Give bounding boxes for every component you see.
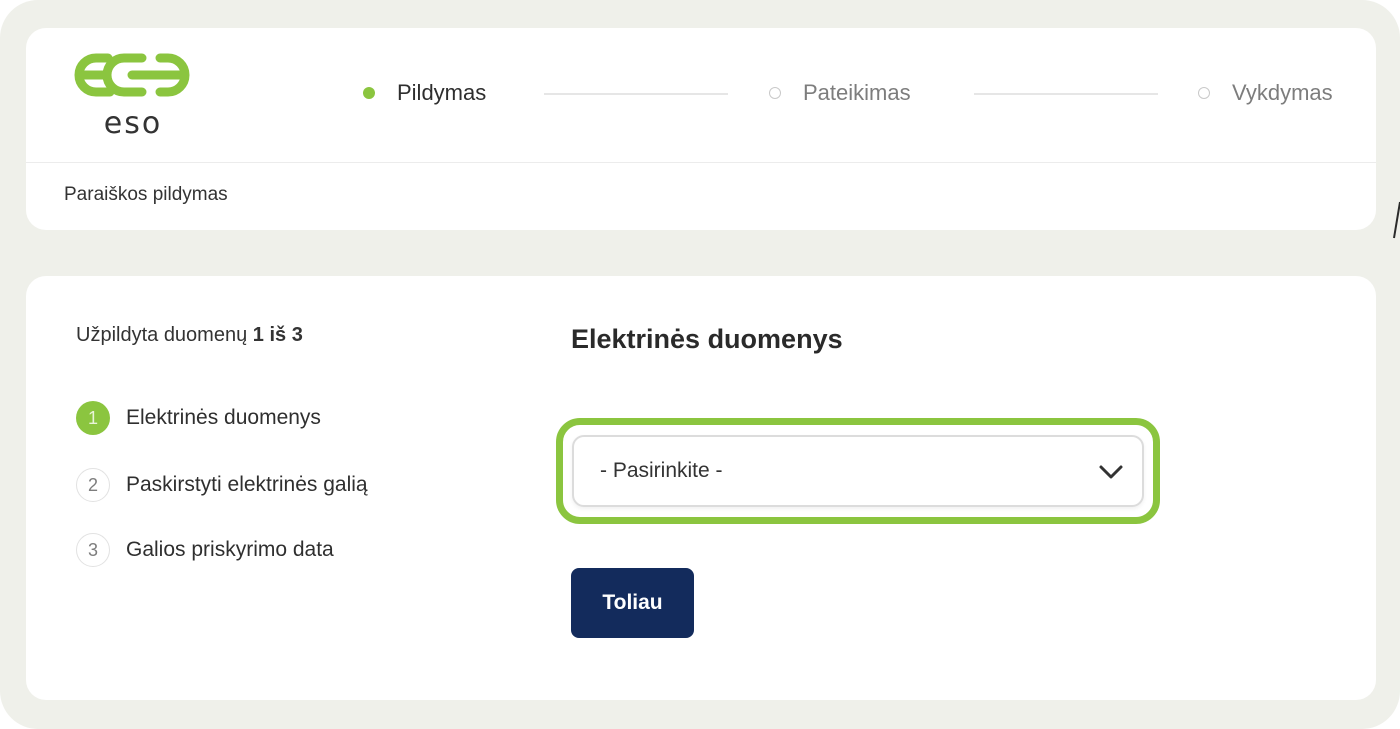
power-plant-select[interactable]: - Pasirinkite - xyxy=(572,435,1144,507)
step-vykdymas: Vykdymas xyxy=(1198,80,1333,106)
step-pateikimas: Pateikimas xyxy=(769,80,911,106)
chevron-down-icon[interactable] xyxy=(1098,463,1124,481)
step-label: Pateikimas xyxy=(803,80,911,105)
sidebar-step-label: Elektrinės duomenys xyxy=(126,406,321,429)
step-connector xyxy=(974,93,1158,95)
step-dot-active xyxy=(363,87,375,99)
step-number-badge: 3 xyxy=(76,533,110,567)
sidebar-step-2[interactable]: 2 Paskirstyti elektrinės galią xyxy=(76,467,368,503)
header-divider xyxy=(26,162,1376,163)
progress-summary: Užpildyta duomenų 1 iš 3 xyxy=(76,324,303,347)
progress-count: 1 iš 3 xyxy=(252,324,303,346)
step-number-badge: 1 xyxy=(76,401,110,435)
app-header: eso Pildymas Pateikimas Vykdymas xyxy=(26,28,1376,162)
sidebar-step-label: Paskirstyti elektrinės galią xyxy=(126,473,368,496)
form-card: Užpildyta duomenų 1 iš 3 1 Elektrinės du… xyxy=(26,276,1376,700)
step-label: Pildymas xyxy=(397,80,487,105)
step-number-badge: 2 xyxy=(76,468,110,502)
next-button[interactable]: Toliau xyxy=(571,568,694,638)
eso-logo[interactable]: eso xyxy=(70,46,196,142)
section-title: Elektrinės duomenys xyxy=(571,324,843,354)
step-pildymas: Pildymas xyxy=(363,80,486,106)
progress-prefix: Užpildyta duomenų xyxy=(76,324,248,346)
step-label: Vykdymas xyxy=(1232,80,1333,105)
step-dot-inactive xyxy=(769,87,781,99)
sidebar-step-1[interactable]: 1 Elektrinės duomenys xyxy=(76,400,321,436)
step-dot-inactive xyxy=(1198,87,1210,99)
decorative-edge-mark xyxy=(1393,201,1400,239)
sidebar-step-label: Galios priskyrimo data xyxy=(126,538,334,561)
logo-text: eso xyxy=(103,106,163,141)
step-connector xyxy=(544,93,728,95)
select-value: - Pasirinkite - xyxy=(600,459,723,482)
sidebar-step-3[interactable]: 3 Galios priskyrimo data xyxy=(76,532,334,568)
page-frame: eso Pildymas Pateikimas Vykdymas Paraišk… xyxy=(0,0,1400,729)
select-highlight: - Pasirinkite - xyxy=(556,418,1160,524)
page-subtitle: Paraiškos pildymas xyxy=(64,184,228,205)
eso-logo-icon xyxy=(74,53,190,97)
header-card: eso Pildymas Pateikimas Vykdymas Paraišk… xyxy=(26,28,1376,230)
